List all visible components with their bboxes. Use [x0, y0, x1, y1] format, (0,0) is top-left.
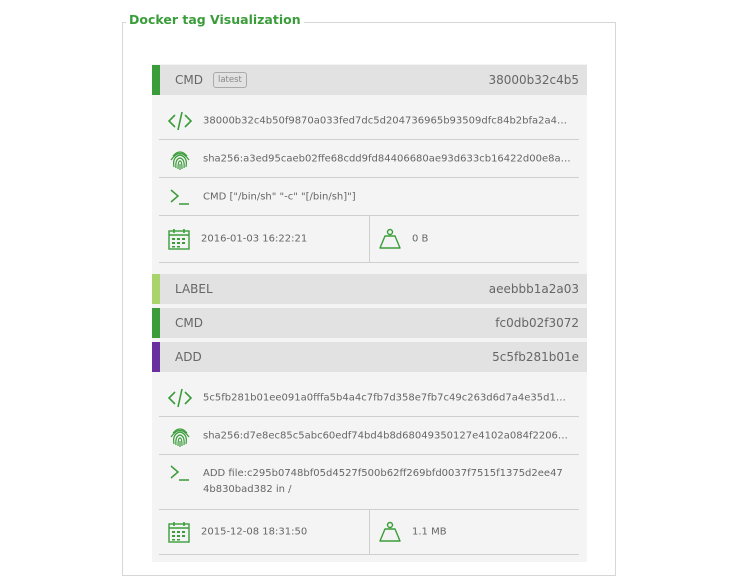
layer-row-cmd-latest[interactable]: CMD latest 38000b32c4b5 — [152, 65, 587, 95]
latest-tag-badge: latest — [212, 71, 247, 88]
size-text: 0 B — [412, 233, 429, 245]
layer-digest-text: sha256:a3ed95caeb02ffe68cdd9fd84406680ae… — [203, 153, 571, 164]
layer-digest-text: sha256:d7e8ec85c5abc60edf74bd4b8d6804935… — [203, 430, 571, 441]
created-date-text: 2016-01-03 16:22:21 — [201, 233, 308, 245]
created-cell: 2015-12-08 18:31:50 — [159, 510, 369, 554]
layer-command-row: ADD file:c295b0748bf05d4527f500b62ff269b… — [159, 455, 579, 510]
created-date-text: 2015-12-08 18:31:50 — [201, 526, 308, 538]
size-text: 1.1 MB — [412, 526, 447, 538]
layer-meta-row: 2015-12-08 18:31:50 1.1 MB — [159, 510, 579, 555]
layer-color-bar — [152, 342, 160, 372]
code-icon — [167, 388, 193, 407]
layer-hash: 38000b32c4b5 — [488, 73, 579, 87]
created-cell: 2016-01-03 16:22:21 — [159, 216, 369, 262]
layer-id-text: 5c5fb281b01ee091a0fffa5b4a4c7fb7d358e7fb… — [203, 392, 571, 403]
code-icon — [167, 111, 193, 130]
weight-icon — [379, 521, 401, 542]
layer-id-row: 5c5fb281b01ee091a0fffa5b4a4c7fb7d358e7fb… — [159, 379, 579, 417]
layer-hash: aeebbb1a2a03 — [488, 282, 579, 296]
layer-command-text: CMD ["/bin/sh" "-c" "[/bin/sh]"] — [203, 191, 356, 202]
weight-icon — [379, 228, 401, 249]
layer-command-name: CMD — [175, 316, 203, 330]
terminal-icon — [170, 465, 189, 481]
layer-command-name: CMD latest — [175, 65, 247, 95]
layer-color-bar — [152, 65, 160, 95]
layer-hash: 5c5fb281b01e — [492, 350, 579, 364]
layer-color-bar — [152, 274, 160, 304]
layer-row-add[interactable]: ADD 5c5fb281b01e — [152, 342, 587, 372]
calendar-icon — [168, 229, 190, 250]
fingerprint-icon — [170, 427, 190, 447]
layer-color-bar — [152, 308, 160, 338]
layer-command-text: ADD file:c295b0748bf05d4527f500b62ff269b… — [203, 468, 563, 495]
layer-digest-row: sha256:a3ed95caeb02ffe68cdd9fd84406680ae… — [159, 140, 579, 178]
layer-command-name: ADD — [175, 350, 202, 364]
panel-title: Docker tag Visualization — [126, 12, 304, 27]
layer-id-row: 38000b32c4b50f9870a033fed7dc5d204736965b… — [159, 102, 579, 140]
layer-hash: fc0db02f3072 — [495, 316, 579, 330]
layer-command-name: LABEL — [175, 282, 213, 296]
layer-meta-row: 2016-01-03 16:22:21 0 B — [159, 216, 579, 263]
layer-digest-row: sha256:d7e8ec85c5abc60edf74bd4b8d6804935… — [159, 417, 579, 455]
layer-row-label[interactable]: LABEL aeebbb1a2a03 — [152, 274, 587, 304]
size-cell: 0 B — [370, 216, 579, 262]
size-cell: 1.1 MB — [370, 510, 579, 554]
terminal-icon — [170, 188, 189, 205]
calendar-icon — [168, 522, 190, 543]
layer-row-cmd[interactable]: CMD fc0db02f3072 — [152, 308, 587, 338]
layer-command-row: CMD ["/bin/sh" "-c" "[/bin/sh]"] — [159, 178, 579, 216]
fingerprint-icon — [170, 150, 190, 170]
layer-id-text: 38000b32c4b50f9870a033fed7dc5d204736965b… — [203, 115, 571, 126]
